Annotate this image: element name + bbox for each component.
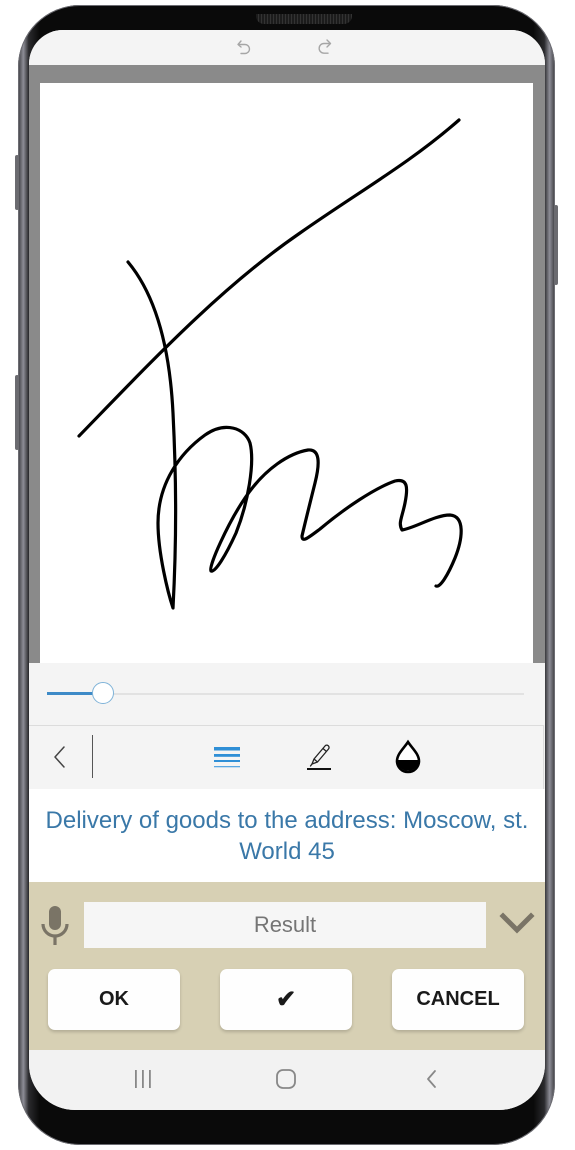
slider-track[interactable]: [47, 693, 524, 695]
earpiece-speaker: [256, 14, 352, 24]
stroke-width-slider-area: [29, 663, 545, 725]
drop-icon: [395, 739, 421, 774]
dropdown-button[interactable]: [499, 910, 535, 938]
home-icon: [276, 1069, 296, 1089]
recents-icon: [135, 1070, 151, 1088]
ok-button[interactable]: OK: [48, 969, 180, 1030]
cancel-button[interactable]: CANCEL: [392, 969, 524, 1030]
slider-thumb[interactable]: [92, 682, 115, 704]
power-button: [554, 205, 558, 285]
signature-canvas[interactable]: [40, 83, 533, 663]
toolbar-divider: [92, 735, 93, 778]
action-panel: OK ✔ CANCEL: [29, 882, 545, 1050]
redo-icon: [318, 39, 332, 54]
home-button[interactable]: [275, 1068, 297, 1090]
volume-down-button: [15, 375, 19, 450]
delivery-description: Delivery of goods to the address: Moscow…: [29, 789, 545, 882]
line-weight-icon: [214, 747, 240, 768]
chevron-left-icon: [54, 746, 65, 768]
nav-back-button[interactable]: [421, 1068, 443, 1090]
top-bar: [29, 30, 545, 65]
signature-stroke: [77, 118, 461, 438]
recents-button[interactable]: [132, 1068, 154, 1090]
result-input[interactable]: [84, 902, 486, 948]
description-text: Delivery of goods to the address: Moscow…: [45, 806, 529, 865]
confirm-check-button[interactable]: ✔: [220, 969, 352, 1030]
line-thickness-button[interactable]: [213, 744, 241, 772]
volume-up-button: [15, 155, 19, 210]
ink-color-button[interactable]: [394, 739, 422, 775]
pen-icon: [307, 744, 331, 770]
pen-button[interactable]: [304, 740, 334, 774]
app-screen: Delivery of goods to the address: Moscow…: [29, 30, 545, 1110]
redo-button[interactable]: [314, 36, 336, 58]
undo-button[interactable]: [233, 36, 255, 58]
back-button[interactable]: [49, 742, 73, 772]
canvas-frame: [29, 65, 545, 663]
signature-drawing: [77, 118, 463, 610]
system-nav-bar: [29, 1050, 545, 1110]
back-icon: [427, 1070, 436, 1088]
drawing-toolbar: [29, 725, 544, 790]
chevron-down-icon: [499, 912, 535, 934]
undo-icon: [237, 40, 251, 55]
signature-stroke: [126, 260, 463, 610]
microphone-button[interactable]: [40, 904, 70, 948]
microphone-icon: [41, 906, 69, 945]
